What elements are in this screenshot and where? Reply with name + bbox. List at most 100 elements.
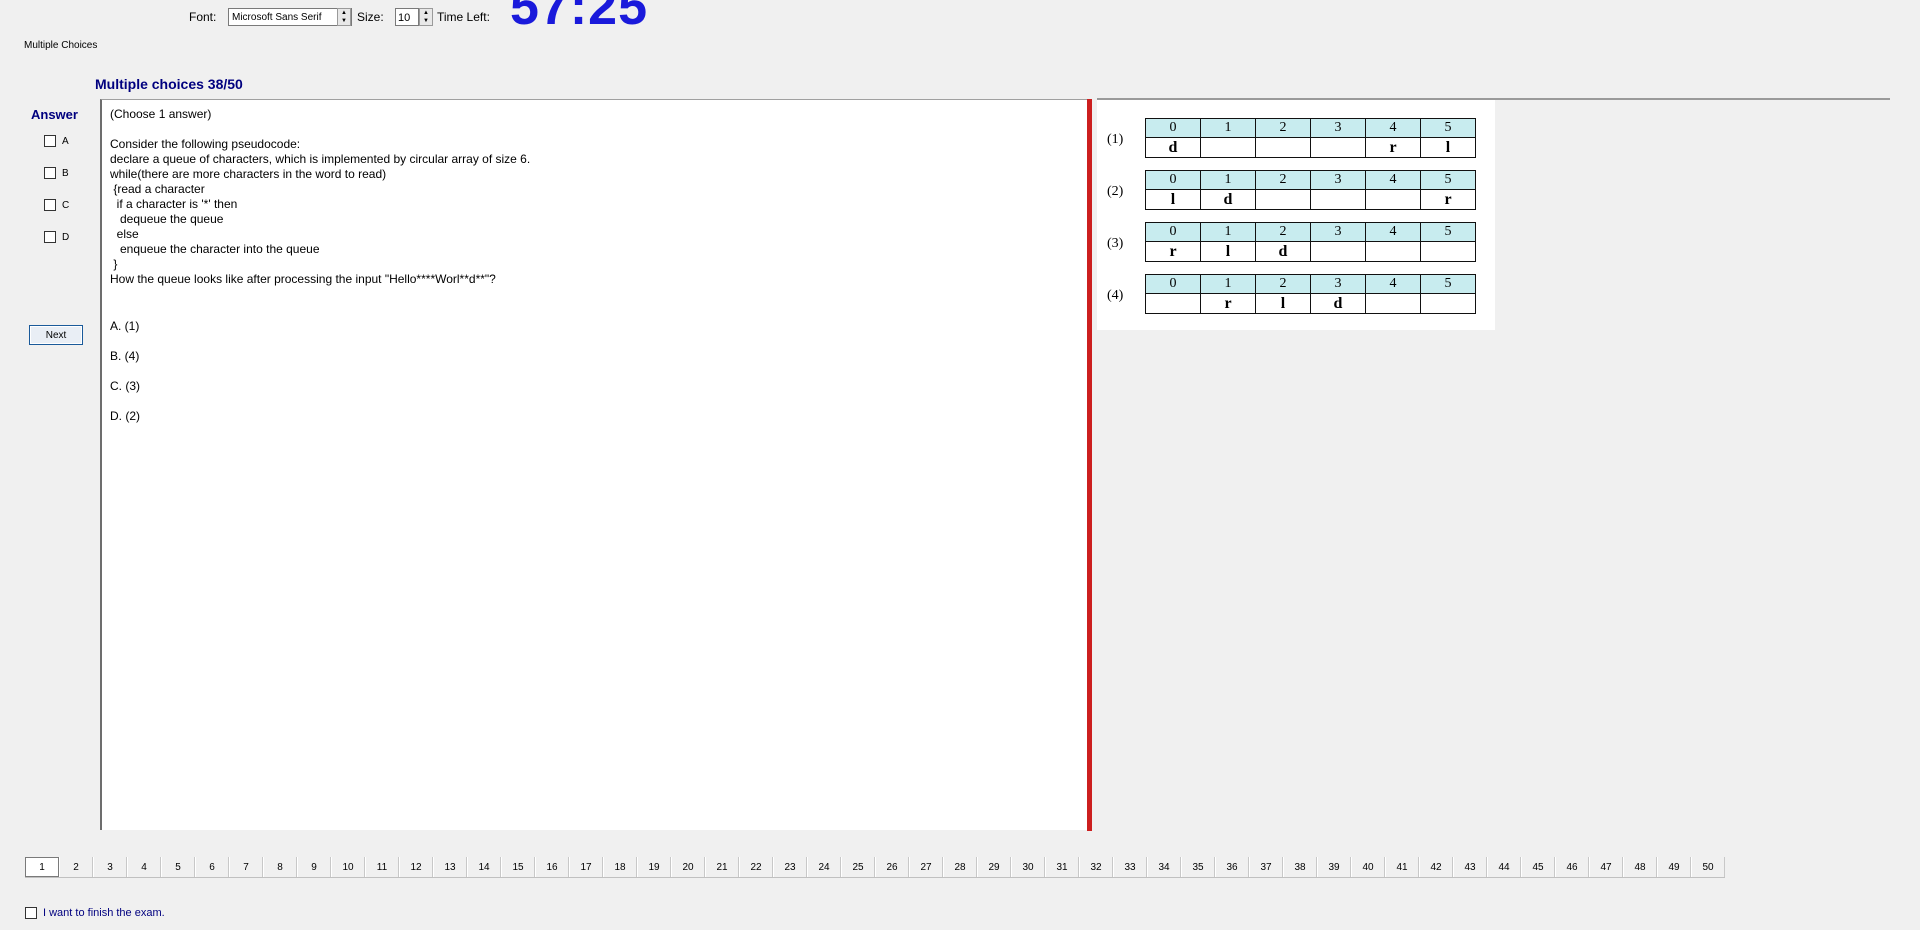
page-button-18[interactable]: 18 bbox=[603, 857, 637, 877]
page-button-35[interactable]: 35 bbox=[1181, 857, 1215, 877]
page-button-37[interactable]: 37 bbox=[1249, 857, 1283, 877]
page-button-47[interactable]: 47 bbox=[1589, 857, 1623, 877]
page-button-24[interactable]: 24 bbox=[807, 857, 841, 877]
page-button-34[interactable]: 34 bbox=[1147, 857, 1181, 877]
page-button-6[interactable]: 6 bbox=[195, 857, 229, 877]
value-cell: d bbox=[1200, 189, 1256, 210]
question-line: {read a character bbox=[110, 182, 205, 196]
answer-option-a[interactable]: A bbox=[44, 135, 69, 147]
figure-row-label: (1) bbox=[1107, 132, 1124, 147]
page-button-28[interactable]: 28 bbox=[943, 857, 977, 877]
value-cell: l bbox=[1200, 241, 1256, 262]
page-button-20[interactable]: 20 bbox=[671, 857, 705, 877]
value-cell: r bbox=[1145, 241, 1201, 262]
page-button-48[interactable]: 48 bbox=[1623, 857, 1657, 877]
index-cell: 2 bbox=[1255, 222, 1311, 242]
page-button-8[interactable]: 8 bbox=[263, 857, 297, 877]
index-cell: 5 bbox=[1420, 118, 1476, 138]
font-select[interactable]: Microsoft Sans Serif bbox=[228, 8, 352, 26]
page-button-26[interactable]: 26 bbox=[875, 857, 909, 877]
value-cell: r bbox=[1200, 293, 1256, 314]
checkbox-d[interactable] bbox=[44, 231, 56, 243]
page-button-17[interactable]: 17 bbox=[569, 857, 603, 877]
page-button-50[interactable]: 50 bbox=[1691, 857, 1725, 877]
tab-multiple-choices[interactable]: Multiple Choices bbox=[24, 40, 97, 51]
index-cell: 3 bbox=[1310, 170, 1366, 190]
panel-splitter[interactable] bbox=[1087, 99, 1092, 831]
page-title: Multiple choices 38/50 bbox=[95, 76, 243, 92]
page-button-36[interactable]: 36 bbox=[1215, 857, 1249, 877]
index-cell: 4 bbox=[1365, 222, 1421, 242]
answer-heading: Answer bbox=[31, 107, 78, 122]
queue-table-3: 0 1 2 3 4 5 r l d bbox=[1145, 222, 1476, 262]
page-button-1[interactable]: 1 bbox=[25, 857, 59, 877]
page-button-14[interactable]: 14 bbox=[467, 857, 501, 877]
figure-row-label: (2) bbox=[1107, 184, 1124, 199]
font-label: Font: bbox=[189, 10, 217, 24]
page-button-30[interactable]: 30 bbox=[1011, 857, 1045, 877]
page-button-21[interactable]: 21 bbox=[705, 857, 739, 877]
index-cell: 3 bbox=[1310, 274, 1366, 294]
index-cell: 0 bbox=[1145, 274, 1201, 294]
page-button-16[interactable]: 16 bbox=[535, 857, 569, 877]
page-button-32[interactable]: 32 bbox=[1079, 857, 1113, 877]
page-button-46[interactable]: 46 bbox=[1555, 857, 1589, 877]
page-button-38[interactable]: 38 bbox=[1283, 857, 1317, 877]
page-button-5[interactable]: 5 bbox=[161, 857, 195, 877]
value-cell bbox=[1420, 241, 1476, 262]
answer-option-c[interactable]: C bbox=[44, 199, 69, 211]
page-button-22[interactable]: 22 bbox=[739, 857, 773, 877]
value-cell bbox=[1310, 137, 1366, 158]
question-panel: (Choose 1 answer) Consider the following… bbox=[100, 99, 1090, 830]
choice-a: A. (1) bbox=[110, 319, 140, 333]
page-button-10[interactable]: 10 bbox=[331, 857, 365, 877]
page-button-29[interactable]: 29 bbox=[977, 857, 1011, 877]
page-button-43[interactable]: 43 bbox=[1453, 857, 1487, 877]
page-button-49[interactable]: 49 bbox=[1657, 857, 1691, 877]
page-button-44[interactable]: 44 bbox=[1487, 857, 1521, 877]
choice-b: B. (4) bbox=[110, 349, 140, 363]
page-button-45[interactable]: 45 bbox=[1521, 857, 1555, 877]
page-button-25[interactable]: 25 bbox=[841, 857, 875, 877]
answer-option-label: B bbox=[62, 167, 69, 179]
index-cell: 5 bbox=[1420, 170, 1476, 190]
page-button-31[interactable]: 31 bbox=[1045, 857, 1079, 877]
value-cell: l bbox=[1145, 189, 1201, 210]
page-button-13[interactable]: 13 bbox=[433, 857, 467, 877]
finish-exam-option[interactable]: I want to finish the exam. bbox=[25, 907, 165, 919]
page-button-3[interactable]: 3 bbox=[93, 857, 127, 877]
finish-checkbox[interactable] bbox=[25, 907, 37, 919]
page-button-42[interactable]: 42 bbox=[1419, 857, 1453, 877]
page-button-7[interactable]: 7 bbox=[229, 857, 263, 877]
answer-option-d[interactable]: D bbox=[44, 231, 69, 243]
page-button-41[interactable]: 41 bbox=[1385, 857, 1419, 877]
page-button-4[interactable]: 4 bbox=[127, 857, 161, 877]
question-line: else bbox=[110, 227, 139, 241]
checkbox-c[interactable] bbox=[44, 199, 56, 211]
size-input[interactable]: 10 bbox=[395, 8, 419, 26]
page-button-27[interactable]: 27 bbox=[909, 857, 943, 877]
next-button[interactable]: Next bbox=[29, 325, 83, 345]
checkbox-b[interactable] bbox=[44, 167, 56, 179]
page-button-9[interactable]: 9 bbox=[297, 857, 331, 877]
font-spinner[interactable]: ▲ ▼ bbox=[337, 8, 351, 26]
page-button-33[interactable]: 33 bbox=[1113, 857, 1147, 877]
page-button-12[interactable]: 12 bbox=[399, 857, 433, 877]
index-cell: 1 bbox=[1200, 118, 1256, 138]
answer-option-label: D bbox=[62, 231, 70, 243]
size-spinner[interactable]: ▲ ▼ bbox=[419, 8, 433, 26]
answer-option-b[interactable]: B bbox=[44, 167, 69, 179]
page-button-15[interactable]: 15 bbox=[501, 857, 535, 877]
page-button-19[interactable]: 19 bbox=[637, 857, 671, 877]
index-cell: 4 bbox=[1365, 118, 1421, 138]
page-button-2[interactable]: 2 bbox=[59, 857, 93, 877]
choice-c: C. (3) bbox=[110, 379, 140, 393]
checkbox-a[interactable] bbox=[44, 135, 56, 147]
page-button-39[interactable]: 39 bbox=[1317, 857, 1351, 877]
page-button-40[interactable]: 40 bbox=[1351, 857, 1385, 877]
value-cell bbox=[1255, 189, 1311, 210]
page-button-11[interactable]: 11 bbox=[365, 857, 399, 877]
queue-table-2: 0 1 2 3 4 5 l d r bbox=[1145, 170, 1476, 210]
index-cell: 3 bbox=[1310, 118, 1366, 138]
page-button-23[interactable]: 23 bbox=[773, 857, 807, 877]
